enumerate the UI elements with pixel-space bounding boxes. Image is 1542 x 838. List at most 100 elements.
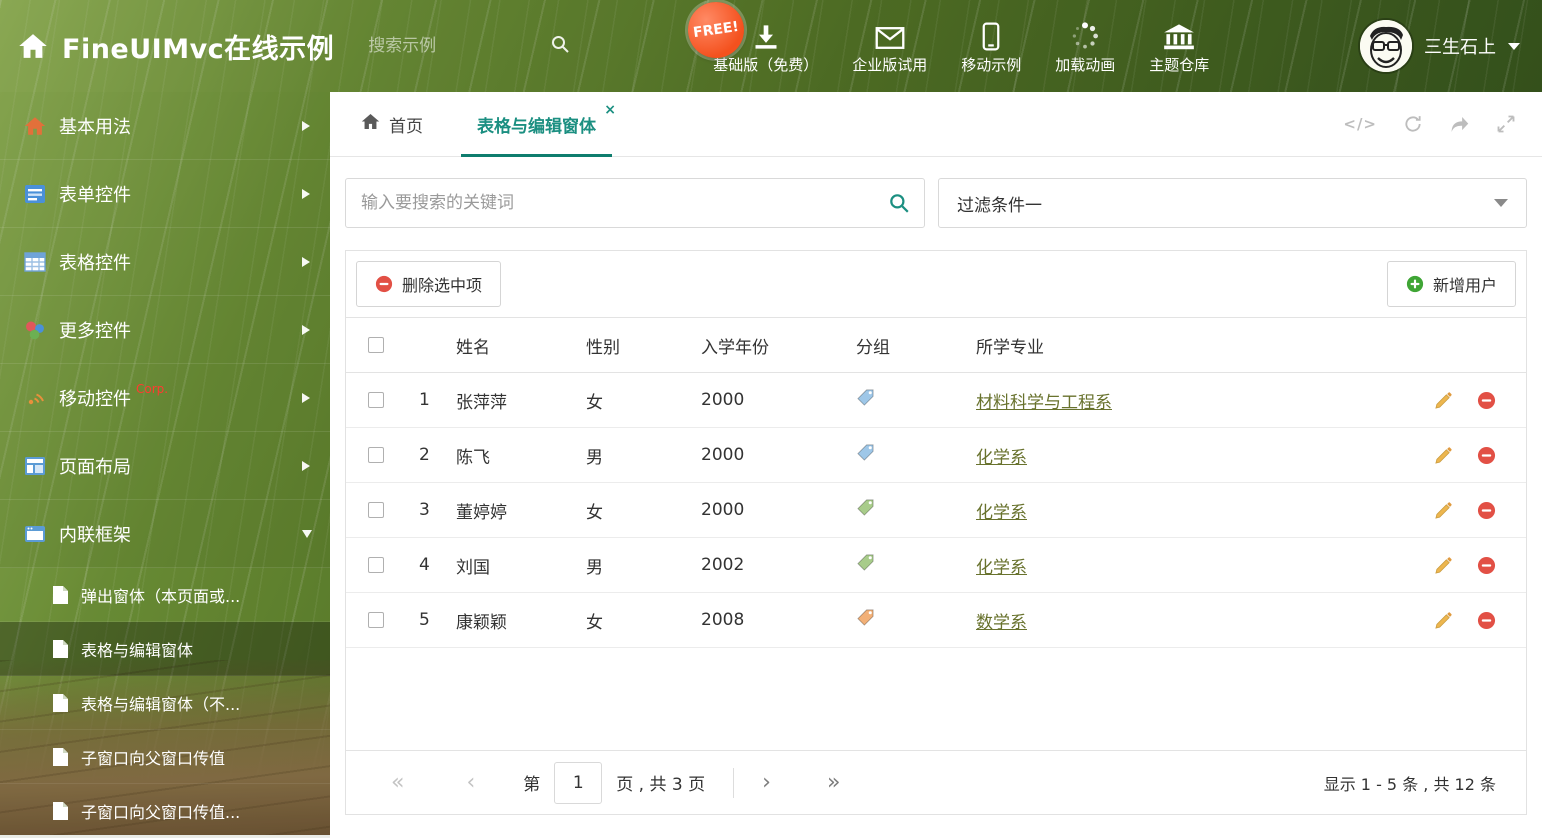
row-checkbox[interactable] xyxy=(368,447,384,463)
page-icon xyxy=(52,639,69,659)
row-number: 5 xyxy=(419,610,430,630)
row-checkbox[interactable] xyxy=(368,612,384,628)
tag-icon xyxy=(856,553,976,577)
sidebar-item-iframe[interactable]: 内联框架 xyxy=(0,500,330,568)
major-link[interactable]: 数学系 xyxy=(976,613,1027,633)
row-checkbox[interactable] xyxy=(368,392,384,408)
sidebar-item-grid-controls[interactable]: 表格控件 xyxy=(0,228,330,296)
tab-grid-edit-window[interactable]: 表格与编辑窗体 × xyxy=(461,92,616,157)
refresh-icon[interactable] xyxy=(1403,114,1423,134)
cell-year: 2000 xyxy=(701,500,745,520)
search-icon[interactable] xyxy=(888,192,910,218)
edit-icon[interactable] xyxy=(1434,556,1453,575)
column-header-year[interactable]: 入学年份 xyxy=(701,333,856,358)
delete-icon[interactable] xyxy=(1477,501,1496,520)
cell-gender: 男 xyxy=(586,557,603,578)
tag-icon xyxy=(856,608,976,632)
sidebar-item-form-controls[interactable]: 表单控件 xyxy=(0,160,330,228)
cell-name: 张萍萍 xyxy=(456,392,507,413)
app-header: FineUIMvc在线示例 FREE! 基础版（免费） 企业版试用 xyxy=(0,0,1542,92)
sidebar-subitem-popup-window[interactable]: 弹出窗体（本页面或... xyxy=(0,568,330,622)
filter-dropdown[interactable]: 过滤条件一 xyxy=(938,178,1527,228)
major-link[interactable]: 化学系 xyxy=(976,448,1027,468)
source-code-icon[interactable]: </> xyxy=(1343,115,1377,133)
column-header-gender[interactable]: 性别 xyxy=(586,333,701,358)
sidebar-item-mobile-controls[interactable]: 移动控件 Corp. xyxy=(0,364,330,432)
cell-name: 刘国 xyxy=(456,557,490,578)
sidebar-item-page-layout[interactable]: 页面布局 xyxy=(0,432,330,500)
row-checkbox[interactable] xyxy=(368,557,384,573)
home-logo-icon xyxy=(18,31,48,61)
tab-home[interactable]: 首页 xyxy=(345,92,439,156)
nav-label: 加载动画 xyxy=(1055,56,1116,74)
sidebar-subitem-grid-edit-window-2[interactable]: 表格与编辑窗体（不... xyxy=(0,676,330,730)
page-label-suffix: 页 , 共 3 页 xyxy=(616,775,706,795)
share-icon[interactable] xyxy=(1449,114,1470,134)
row-number: 4 xyxy=(419,555,430,575)
chevron-right-icon xyxy=(302,324,310,335)
delete-icon[interactable] xyxy=(1477,611,1496,630)
close-icon[interactable]: × xyxy=(604,102,616,118)
cell-gender: 女 xyxy=(586,392,603,413)
chevron-right-icon xyxy=(302,256,310,267)
column-header-major[interactable]: 所学专业 xyxy=(976,333,1414,358)
next-page-button[interactable]: › xyxy=(762,771,771,794)
nav-label: 企业版试用 xyxy=(852,56,928,74)
tag-icon xyxy=(856,443,976,467)
keyword-search-input[interactable] xyxy=(345,178,925,228)
delete-icon[interactable] xyxy=(1477,391,1496,410)
sidebar-subitem-child-to-parent[interactable]: 子窗口向父窗口传值 xyxy=(0,730,330,784)
last-page-button[interactable]: » xyxy=(827,771,840,794)
chevron-down-icon xyxy=(1508,42,1520,50)
tab-bar: 首页 表格与编辑窗体 × </> xyxy=(330,92,1542,157)
select-all-checkbox[interactable] xyxy=(368,337,384,353)
column-header-group[interactable]: 分组 xyxy=(856,333,976,358)
chevron-down-icon xyxy=(1494,199,1508,207)
table-row: 4 刘国 男 2002 化学系 xyxy=(346,538,1526,593)
row-checkbox[interactable] xyxy=(368,502,384,518)
delete-selected-button[interactable]: 删除选中项 xyxy=(356,261,502,307)
header-search xyxy=(368,34,580,58)
tag-icon xyxy=(856,388,976,412)
sidebar-subitem-child-to-parent-2[interactable]: 子窗口向父窗口传值... xyxy=(0,784,330,838)
nav-item-enterprise-trial[interactable]: 企业版试用 xyxy=(835,17,944,75)
page-icon xyxy=(52,585,69,605)
sidebar-item-basic-usage[interactable]: 基本用法 xyxy=(0,92,330,160)
nav-label: 移动示例 xyxy=(961,56,1022,74)
search-icon[interactable] xyxy=(550,34,570,58)
user-menu[interactable]: 三生石上 xyxy=(1360,20,1542,72)
cell-name: 董婷婷 xyxy=(456,502,507,523)
major-link[interactable]: 化学系 xyxy=(976,503,1027,523)
row-number: 1 xyxy=(419,390,430,410)
delete-icon[interactable] xyxy=(1477,556,1496,575)
major-link[interactable]: 材料科学与工程系 xyxy=(976,393,1112,413)
delete-icon[interactable] xyxy=(1477,446,1496,465)
sidebar-subitem-grid-edit-window[interactable]: 表格与编辑窗体 xyxy=(0,622,330,676)
fullscreen-icon[interactable] xyxy=(1496,114,1516,134)
sidebar-item-more-controls[interactable]: 更多控件 xyxy=(0,296,330,364)
edit-icon[interactable] xyxy=(1434,611,1453,630)
nav-item-theme-store[interactable]: 主题仓库 xyxy=(1132,17,1226,75)
add-user-button[interactable]: 新增用户 xyxy=(1386,261,1516,307)
chevron-right-icon xyxy=(302,460,310,471)
first-page-button[interactable]: « xyxy=(391,771,404,794)
nav-label: 基础版（免费） xyxy=(713,56,819,74)
chevron-right-icon xyxy=(302,188,310,199)
edit-icon[interactable] xyxy=(1434,446,1453,465)
app-logo[interactable]: FineUIMvc在线示例 xyxy=(0,27,334,66)
column-header-name[interactable]: 姓名 xyxy=(456,333,586,358)
avatar xyxy=(1360,20,1412,72)
row-number: 2 xyxy=(419,445,430,465)
home-icon xyxy=(361,112,380,136)
grid-toolbar: 删除选中项 新增用户 xyxy=(346,251,1526,317)
header-search-input[interactable] xyxy=(368,36,537,56)
page-number-input[interactable] xyxy=(554,761,603,804)
nav-item-loading-animation[interactable]: 加载动画 xyxy=(1038,17,1132,75)
edit-icon[interactable] xyxy=(1434,391,1453,410)
prev-page-button[interactable]: ‹ xyxy=(466,771,475,794)
nav-item-mobile-demo[interactable]: 移动示例 xyxy=(944,17,1038,75)
major-link[interactable]: 化学系 xyxy=(976,558,1027,578)
keyword-search xyxy=(345,178,925,228)
signal-icon xyxy=(24,387,46,409)
edit-icon[interactable] xyxy=(1434,501,1453,520)
